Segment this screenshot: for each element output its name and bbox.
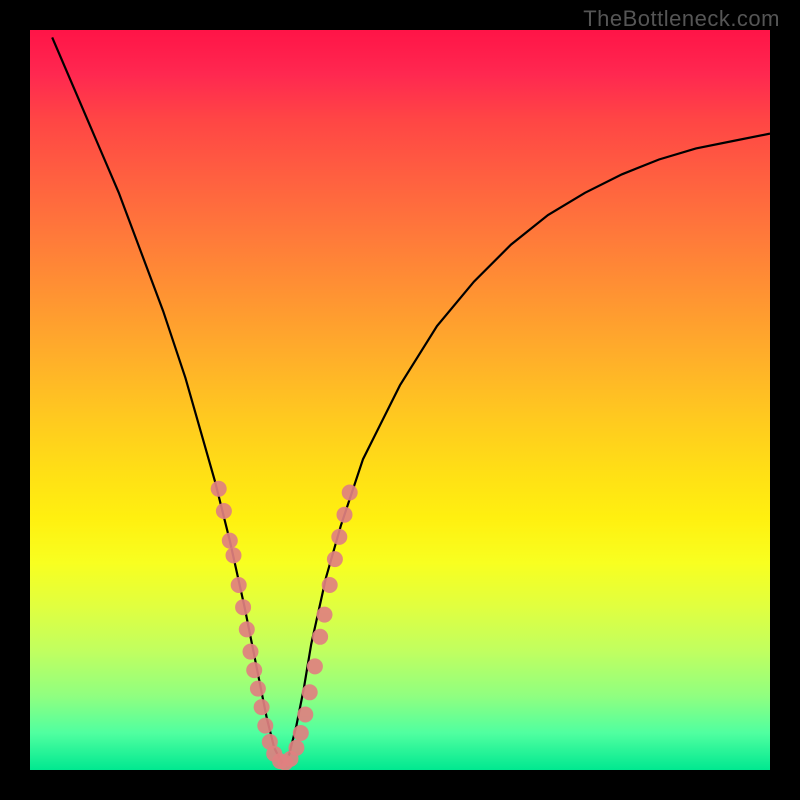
watermark-text: TheBottleneck.com <box>583 6 780 32</box>
plot-area <box>30 30 770 770</box>
gradient-background <box>30 30 770 770</box>
